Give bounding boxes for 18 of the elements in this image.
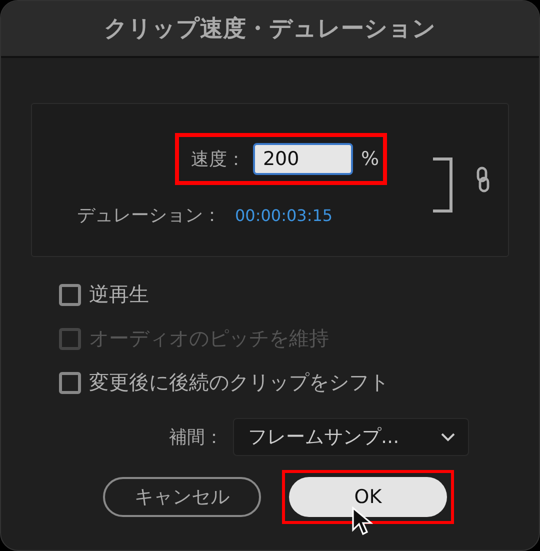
duration-label: デュレーション： xyxy=(77,204,221,227)
link-icon[interactable] xyxy=(476,166,490,194)
percent-label: % xyxy=(360,148,379,170)
window-title: クリップ速度・デュレーション xyxy=(104,15,436,44)
bracket-icon xyxy=(432,157,454,213)
speed-label: 速度： xyxy=(190,148,245,171)
checkbox[interactable] xyxy=(59,372,81,394)
cancel-button[interactable]: キャンセル xyxy=(103,477,261,517)
interpolation-dropdown[interactable]: フレームサンプ... xyxy=(233,418,469,456)
checkbox[interactable] xyxy=(59,284,81,306)
checkbox-label: 変更後に後続のクリップをシフト xyxy=(89,369,389,396)
duration-value[interactable]: 00:00:03:15 xyxy=(235,206,333,224)
checkbox-label: 逆再生 xyxy=(89,281,149,308)
mouse-cursor-icon xyxy=(351,506,373,536)
chevron-down-icon xyxy=(440,432,456,442)
ok-button[interactable]: OK xyxy=(289,477,447,517)
speed-input[interactable]: 200 xyxy=(252,143,353,175)
interpolation-label: 補間： xyxy=(169,426,223,449)
